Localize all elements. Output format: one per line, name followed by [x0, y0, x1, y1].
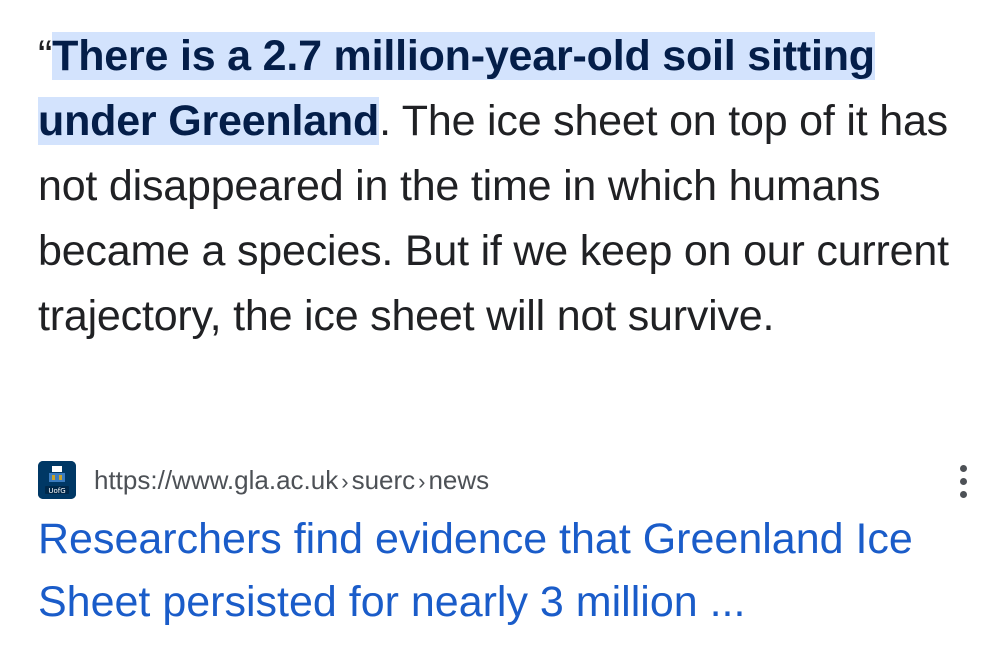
- open-quote: “: [38, 32, 53, 80]
- menu-dot: [960, 465, 967, 472]
- svg-text:UofG: UofG: [48, 487, 65, 495]
- more-vert-icon[interactable]: [952, 460, 976, 502]
- breadcrumb-separator: ›: [418, 469, 426, 494]
- result-source[interactable]: UofG https://www.gla.ac.uk › suerc › news: [38, 458, 968, 502]
- result-url[interactable]: https://www.gla.ac.uk › suerc › news: [94, 462, 489, 500]
- menu-dot: [960, 478, 967, 485]
- url-path-suerc: suerc: [351, 465, 416, 495]
- university-crest-icon: UofG: [38, 461, 76, 499]
- breadcrumb-separator: ›: [341, 469, 349, 494]
- url-domain: https://www.gla.ac.uk: [94, 465, 339, 495]
- result-title-link[interactable]: Researchers find evidence that Greenland…: [38, 508, 968, 634]
- crest-graphic: UofG: [38, 461, 76, 499]
- menu-dot: [960, 491, 967, 498]
- url-path-news: news: [428, 465, 490, 495]
- featured-snippet-text: “There is a 2.7 million-year-old soil si…: [38, 24, 968, 349]
